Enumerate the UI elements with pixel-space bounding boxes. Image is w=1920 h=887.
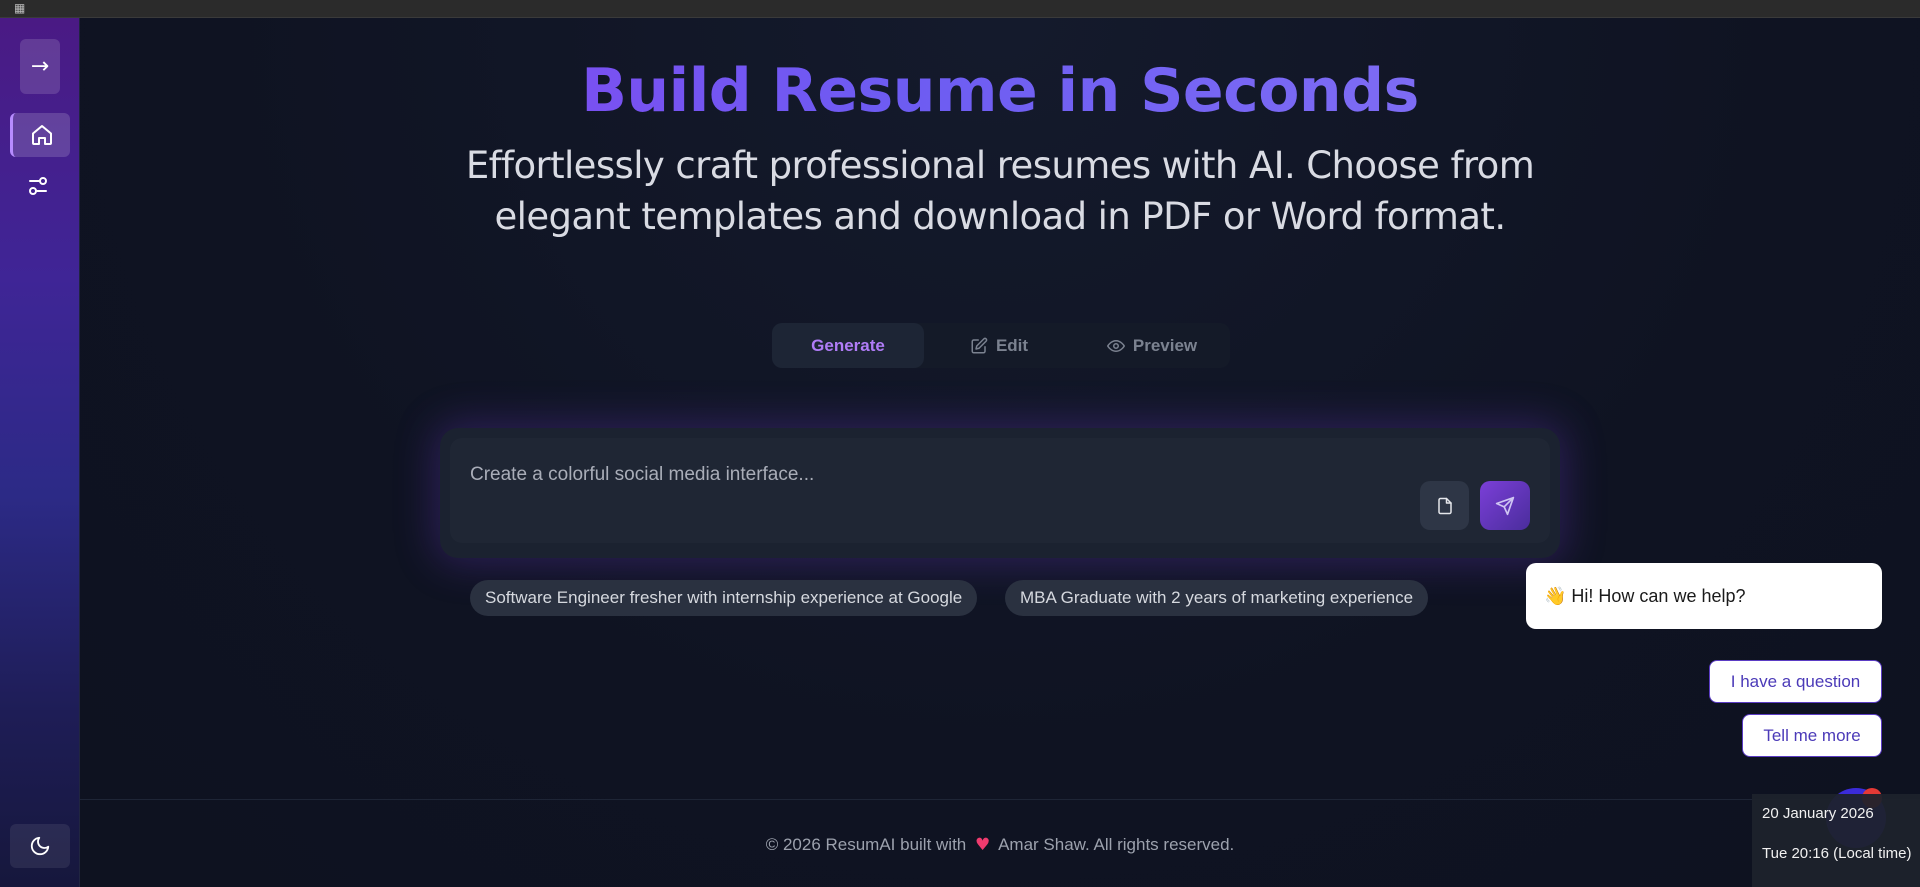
send-button[interactable] xyxy=(1480,481,1530,530)
home-icon xyxy=(31,125,52,145)
sidebar: → xyxy=(0,18,80,887)
suggestion-chip[interactable]: MBA Graduate with 2 years of marketing e… xyxy=(1005,580,1429,616)
sliders-icon xyxy=(29,177,47,195)
clock-date: 20 January 2026 xyxy=(1762,805,1874,822)
taskbar-clock: 20 January 2026 Tue 20:16 (Local time) xyxy=(1752,794,1920,887)
hero-subtitle: Effortlessly craft professional resumes … xyxy=(465,144,1535,238)
browser-top-bar: ▦ xyxy=(0,0,1920,18)
edit-icon xyxy=(971,337,988,353)
tab-preview-label: Preview xyxy=(1132,335,1198,355)
chat-greeting-bubble: 👋 Hi! How can we help? xyxy=(1526,563,1882,629)
sidebar-item-settings[interactable] xyxy=(20,168,56,204)
suggestion-chip[interactable]: Software Engineer fresher with internshi… xyxy=(470,580,978,616)
tab-generate[interactable]: Generate xyxy=(772,323,924,368)
eye-icon xyxy=(1106,339,1125,352)
theme-toggle-button[interactable] xyxy=(10,824,70,868)
arrow-right-icon: → xyxy=(30,54,50,79)
footer-copyright: © 2026 ResumAI built with xyxy=(765,835,967,854)
send-icon xyxy=(1495,496,1515,515)
tab-preview[interactable]: Preview xyxy=(1074,323,1230,368)
clock-time: Tue 20:16 (Local time) xyxy=(1762,845,1912,862)
tab-edit[interactable]: Edit xyxy=(924,323,1074,368)
sidebar-expand-button[interactable]: → xyxy=(20,39,60,94)
app-grid-icon[interactable]: ▦ xyxy=(14,1,28,15)
footer-author: Amar Shaw. All rights reserved. xyxy=(998,835,1235,854)
hero-title: Build Resume in Seconds xyxy=(80,56,1920,126)
chat-greeting-text: 👋 Hi! How can we help? xyxy=(1544,585,1746,606)
footer: © 2026 ResumAI built with ♥ Amar Shaw. A… xyxy=(80,835,1920,855)
heart-icon: ♥ xyxy=(975,835,991,855)
prompt-input[interactable] xyxy=(470,460,1370,490)
prompt-panel xyxy=(440,428,1560,558)
tab-edit-label: Edit xyxy=(995,335,1029,355)
main-content: Build Resume in Seconds Effortlessly cra… xyxy=(80,18,1920,887)
quick-reply-question-button[interactable]: I have a question xyxy=(1709,660,1882,703)
attach-file-button[interactable] xyxy=(1420,481,1469,530)
prompt-box xyxy=(450,438,1550,543)
moon-icon xyxy=(30,836,50,856)
sidebar-item-home[interactable] xyxy=(10,113,70,157)
file-icon xyxy=(1437,497,1452,514)
footer-divider xyxy=(80,799,1920,800)
quick-reply-more-button[interactable]: Tell me more xyxy=(1742,714,1882,757)
mode-tabs: Generate Edit Preview xyxy=(772,323,1230,368)
tab-generate-label: Generate xyxy=(811,335,885,355)
